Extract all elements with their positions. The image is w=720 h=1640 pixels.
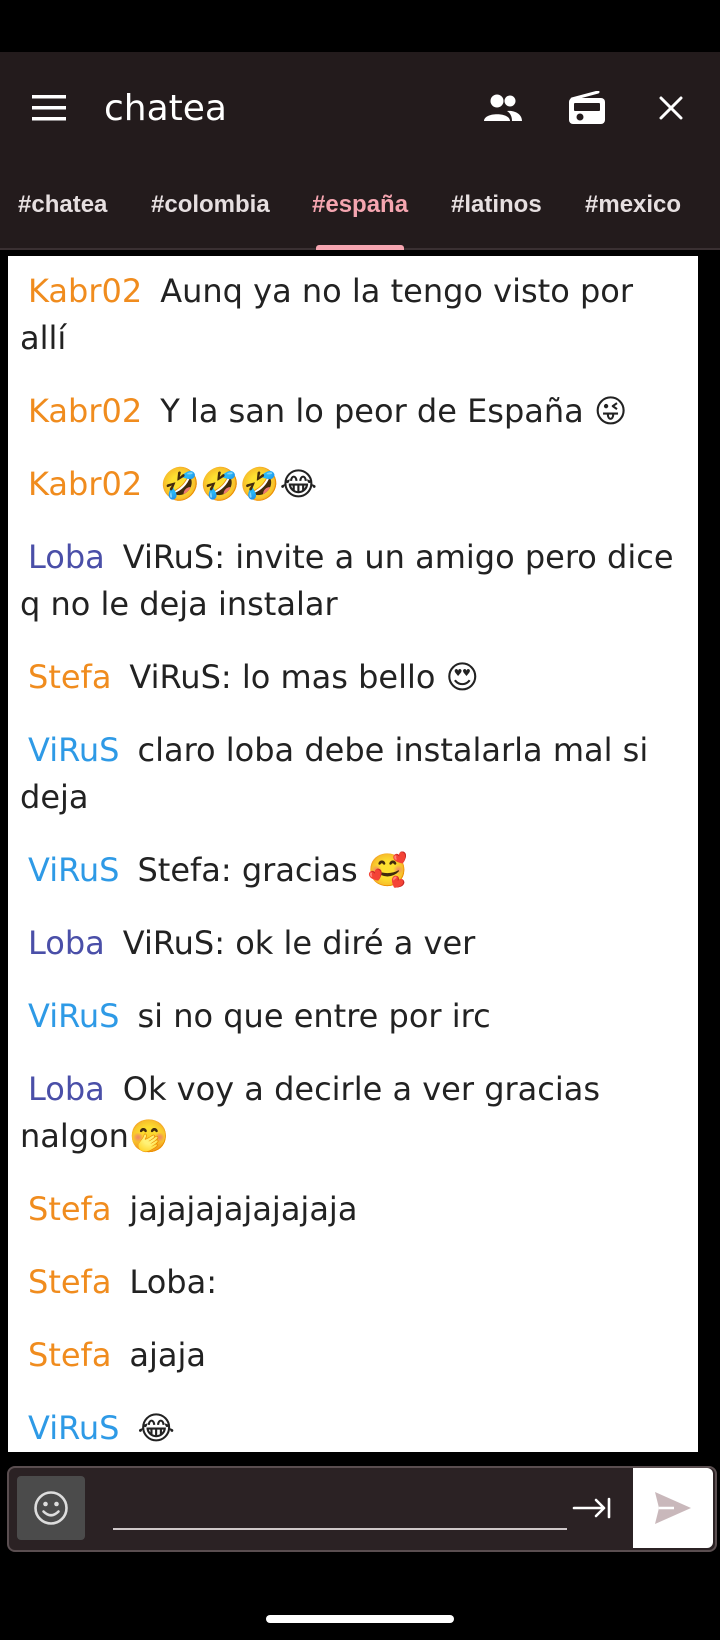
radio-icon[interactable] bbox=[558, 79, 616, 137]
chat-message: Kabr02 🤣🤣🤣😂 bbox=[8, 461, 698, 508]
chat-message: ViRuS claro loba debe instalarla mal si d… bbox=[8, 727, 698, 821]
tab-latinos[interactable]: #latinos bbox=[451, 164, 542, 246]
send-button[interactable] bbox=[633, 1468, 713, 1548]
message-nick[interactable]: ViRuS bbox=[28, 851, 119, 889]
message-nick[interactable]: Stefa bbox=[28, 1263, 111, 1301]
chat-message: Stefa ViRuS: lo mas bello 😍 bbox=[8, 654, 698, 701]
active-tab-indicator bbox=[316, 245, 404, 250]
chat-message: ViRuS si no que entre por irc bbox=[8, 993, 698, 1040]
tab-arrow-icon[interactable] bbox=[567, 1486, 617, 1530]
message-nick[interactable]: Stefa bbox=[28, 1190, 111, 1228]
message-text: si no que entre por irc bbox=[137, 997, 491, 1035]
status-bar bbox=[0, 0, 720, 52]
message-nick[interactable]: ViRuS bbox=[28, 731, 119, 769]
app-title: chatea bbox=[104, 87, 227, 129]
message-text: ViRuS: lo mas bello 😍 bbox=[129, 658, 479, 696]
message-nick[interactable]: Loba bbox=[28, 924, 105, 962]
message-text: Stefa: gracias 🥰 bbox=[137, 851, 408, 889]
message-nick[interactable]: Stefa bbox=[28, 1336, 111, 1374]
chat-message: Loba Ok voy a decirle a ver gracias nalgo… bbox=[8, 1066, 698, 1160]
chat-message: Stefa ajaja bbox=[8, 1332, 698, 1379]
message-text: ViRuS: ok le diré a ver bbox=[122, 924, 476, 962]
message-text: ViRuS: invite a un amigo pero dice q no … bbox=[20, 538, 674, 623]
send-icon bbox=[655, 1492, 691, 1524]
chat-message: ViRuS Stefa: gracias 🥰 bbox=[8, 847, 698, 894]
tab-colombia[interactable]: #colombia bbox=[151, 164, 270, 246]
chat-log[interactable]: Kabr02 Aunq ya no la tengo visto por allí… bbox=[8, 256, 698, 1452]
tab-chatea[interactable]: #chatea bbox=[18, 164, 107, 246]
system-nav-bar bbox=[0, 1598, 720, 1640]
close-icon[interactable] bbox=[642, 79, 700, 137]
smiley-icon[interactable] bbox=[17, 1476, 85, 1540]
message-nick[interactable]: Kabr02 bbox=[28, 392, 142, 430]
message-nick[interactable]: Loba bbox=[28, 1070, 105, 1108]
message-text: 😂 bbox=[137, 1409, 175, 1447]
chat-message: Kabr02 Aunq ya no la tengo visto por allí bbox=[8, 268, 698, 362]
channel-tabs: #chatea #colombia #españa #latinos #mexi… bbox=[0, 164, 720, 250]
home-gesture-handle[interactable] bbox=[266, 1615, 454, 1623]
chat-message: Kabr02 Y la san lo peor de España 😜 bbox=[8, 388, 698, 435]
message-text: Loba: bbox=[129, 1263, 217, 1301]
message-composer bbox=[7, 1466, 717, 1552]
message-nick[interactable]: Loba bbox=[28, 538, 105, 576]
message-nick[interactable]: ViRuS bbox=[28, 997, 119, 1035]
users-icon[interactable] bbox=[474, 79, 532, 137]
message-text: ajaja bbox=[129, 1336, 207, 1374]
chat-message: Loba ViRuS: ok le diré a ver bbox=[8, 920, 698, 967]
message-text: 🤣🤣🤣😂 bbox=[160, 465, 318, 503]
chat-message: Loba ViRuS: invite a un amigo pero dice q… bbox=[8, 534, 698, 628]
chat-message: Stefa jajajajajajajaja bbox=[8, 1186, 698, 1233]
message-text: jajajajajajajaja bbox=[129, 1190, 358, 1228]
message-nick[interactable]: Kabr02 bbox=[28, 465, 142, 503]
message-input[interactable] bbox=[113, 1480, 567, 1530]
chat-message: ViRuS 😂 bbox=[8, 1405, 698, 1452]
message-nick[interactable]: Kabr02 bbox=[28, 272, 142, 310]
hamburger-menu-icon[interactable] bbox=[24, 83, 74, 133]
message-nick[interactable]: Stefa bbox=[28, 658, 111, 696]
tab-espana[interactable]: #españa bbox=[312, 164, 408, 246]
message-nick[interactable]: ViRuS bbox=[28, 1409, 119, 1447]
tab-mexico[interactable]: #mexico bbox=[585, 164, 681, 246]
message-text: Y la san lo peor de España 😜 bbox=[160, 392, 628, 430]
app-bar: chatea bbox=[0, 52, 720, 164]
chat-message: Stefa Loba: bbox=[8, 1259, 698, 1306]
message-text: Ok voy a decirle a ver gracias nalgon🤭 bbox=[20, 1070, 601, 1155]
